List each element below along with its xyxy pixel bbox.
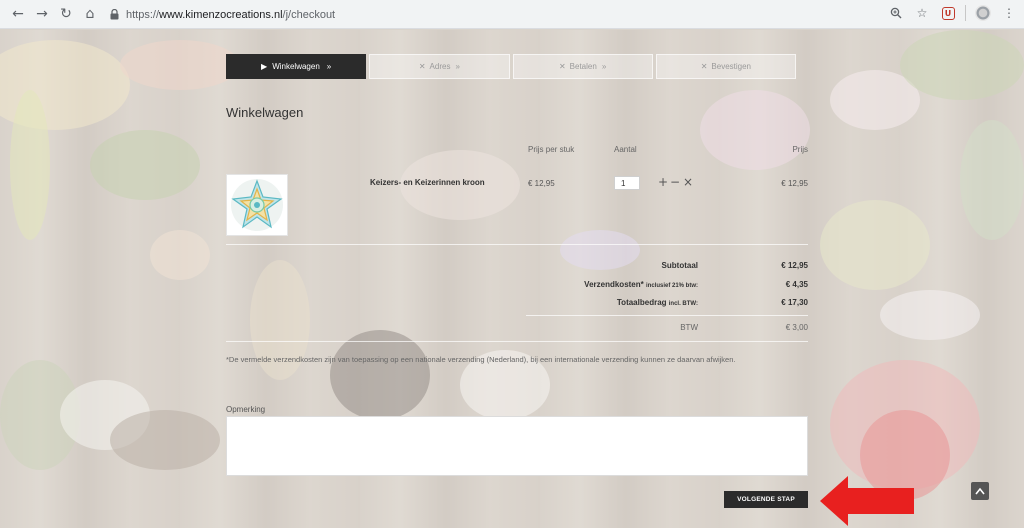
step-bevestigen[interactable]: ✕ Bevestigen <box>655 54 796 79</box>
step-adres[interactable]: ✕ Adres » <box>369 54 510 79</box>
double-chevron-icon: » <box>601 62 607 71</box>
subtotal-label: Subtotaal <box>661 261 698 270</box>
header-price: Prijs <box>792 145 808 154</box>
product-name[interactable]: Keizers- en Keizerinnen kroon <box>370 178 485 187</box>
url-host: www.kimenzocreations.nl <box>159 8 283 21</box>
reload-icon[interactable]: ↻ <box>56 4 76 24</box>
address-bar[interactable]: https://www.kimenzocreations.nl/j/checko… <box>108 3 908 26</box>
x-icon: ✕ <box>558 62 566 71</box>
header-quantity: Aantal <box>614 145 637 154</box>
remark-textarea[interactable] <box>226 416 808 476</box>
double-chevron-icon: » <box>326 62 332 71</box>
toolbar-divider <box>965 5 966 21</box>
step-betalen[interactable]: ✕ Betalen » <box>512 54 653 79</box>
next-step-button[interactable]: VOLGENDE STAP <box>724 491 808 508</box>
quantity-input[interactable]: 1 <box>614 176 640 190</box>
step-label: Bevestigen <box>711 62 752 71</box>
play-icon: ▶ <box>261 62 268 71</box>
checkout-steps: ▶ Winkelwagen » ✕ Adres » ✕ Betalen » ✕ … <box>226 54 796 79</box>
product-image[interactable] <box>226 174 288 236</box>
arrow-left-icon <box>820 476 914 528</box>
divider <box>226 341 808 342</box>
divider <box>526 315 808 316</box>
menu-icon[interactable]: ⋮ <box>1000 4 1018 22</box>
step-winkelwagen[interactable]: ▶ Winkelwagen » <box>226 54 367 79</box>
lock-icon <box>108 9 120 21</box>
back-icon[interactable]: ← <box>8 4 28 24</box>
plus-icon[interactable]: + <box>658 175 668 189</box>
remark-label: Opmerking <box>226 405 266 414</box>
checkout-panel: ▶ Winkelwagen » ✕ Adres » ✕ Betalen » ✕ … <box>226 30 808 528</box>
page-title: Winkelwagen <box>226 105 304 120</box>
unit-price: € 12,95 <box>528 179 555 188</box>
minus-icon[interactable]: − <box>670 175 680 189</box>
browser-toolbar: ← → ↻ ⌂ https://www.kimenzocreations.nl /… <box>0 0 1024 29</box>
subtotal-value: € 12,95 <box>781 261 808 270</box>
profile-icon[interactable] <box>974 4 992 22</box>
scroll-to-top-button[interactable] <box>971 482 989 500</box>
chevron-up-icon <box>975 487 985 495</box>
url-path: /j/checkout <box>282 8 336 21</box>
divider <box>226 244 808 245</box>
shipping-note: *De vermelde verzendkosten zijn van toep… <box>226 355 736 364</box>
extension-icon[interactable]: U <box>939 4 957 22</box>
btw-label: BTW <box>680 323 698 332</box>
home-icon[interactable]: ⌂ <box>80 4 100 24</box>
btw-value: € 3,00 <box>785 323 808 332</box>
shipping-value: € 4,35 <box>785 280 808 289</box>
remove-icon[interactable]: × <box>683 175 693 189</box>
total-label: Totaalbedrag incl. BTW: <box>616 298 698 307</box>
shipping-label: Verzendkosten* inclusief 21% btw: <box>584 280 698 289</box>
x-icon: ✕ <box>700 62 708 71</box>
step-label: Betalen <box>569 62 597 71</box>
forward-icon[interactable]: → <box>32 4 52 24</box>
total-value: € 17,30 <box>781 298 808 307</box>
star-icon[interactable]: ☆ <box>913 4 931 22</box>
step-label: Adres <box>429 62 451 71</box>
zoom-icon[interactable] <box>887 4 905 22</box>
row-price: € 12,95 <box>781 179 808 188</box>
double-chevron-icon: » <box>455 62 460 71</box>
header-unit-price: Prijs per stuk <box>528 145 575 154</box>
url-protocol: https:// <box>126 8 160 21</box>
step-label: Winkelwagen <box>272 62 320 71</box>
x-icon: ✕ <box>418 62 426 71</box>
